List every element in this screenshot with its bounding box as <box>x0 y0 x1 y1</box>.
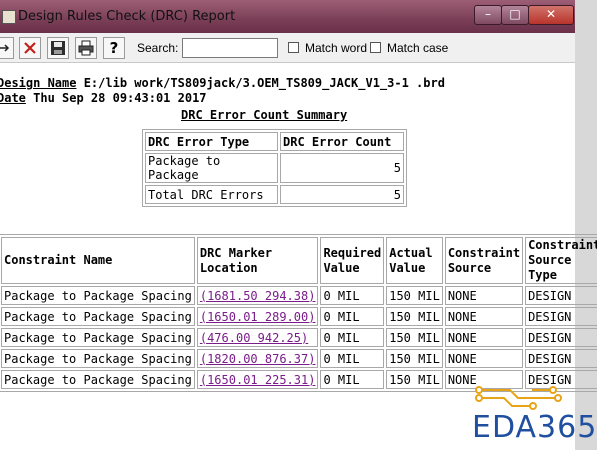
match-word-label: Match word <box>305 41 368 55</box>
delete-button[interactable] <box>19 37 41 59</box>
delete-icon <box>24 42 36 54</box>
design-name-label: Design Name <box>0 76 77 90</box>
cell-actual: 150 MIL <box>386 370 443 389</box>
cell-source: NONE <box>444 286 524 305</box>
marker-link[interactable]: (476.00 942.25) <box>200 331 308 345</box>
cell-required: 0 MIL <box>320 370 385 389</box>
marker-link[interactable]: (1650.01 289.00) <box>200 310 316 324</box>
cell-required: 0 MIL <box>320 328 385 347</box>
print-icon <box>78 40 94 56</box>
cell-source-type: DESIGN <box>525 328 597 347</box>
title-bar: Design Rules Check (DRC) Report – □ ✕ <box>0 0 597 34</box>
help-icon: ? <box>109 39 119 57</box>
header-marker-location: DRC Marker Location <box>196 237 319 284</box>
toolbar: ? Search: Match word Match case <box>0 33 575 63</box>
constraint-header-row: Constraint Name DRC Marker Location Requ… <box>1 237 597 284</box>
date-value: Thu Sep 28 09:43:01 2017 <box>25 91 207 105</box>
minimize-button[interactable]: – <box>474 5 502 25</box>
cell-actual: 150 MIL <box>386 286 443 305</box>
cell-marker-link[interactable]: (476.00 942.25) <box>196 328 319 347</box>
search-label: Search: <box>137 41 179 55</box>
summary-header-row: DRC Error Type DRC Error Count <box>145 132 404 151</box>
save-icon <box>51 41 65 55</box>
cell-source: NONE <box>444 328 524 347</box>
expand-button[interactable] <box>0 37 14 59</box>
header-required-value: Required Value <box>320 237 385 284</box>
app-icon <box>2 10 16 24</box>
date-label: Date <box>0 91 26 105</box>
header-actual-value: Actual Value <box>386 237 443 284</box>
table-row: Package to Package Spacing (1820.00 876.… <box>1 349 597 368</box>
cell-source-type: DESIGN <box>525 349 597 368</box>
summary-cell-count: 5 <box>280 153 404 183</box>
cell-source-type: DESIGN <box>525 307 597 326</box>
summary-cell-count: 5 <box>280 185 404 204</box>
cell-constraint-name: Package to Package Spacing <box>1 307 195 326</box>
cell-source-type: DESIGN <box>525 286 597 305</box>
cell-marker-link[interactable]: (1650.01 289.00) <box>196 307 319 326</box>
cell-marker-link[interactable]: (1650.01 225.31) <box>196 370 319 389</box>
report-view: Design Name E:/lib work/TS809jack/3.OEM_… <box>0 63 597 393</box>
summary-row: Total DRC Errors 5 <box>145 185 404 204</box>
help-button[interactable]: ? <box>103 37 125 59</box>
cell-constraint-name: Package to Package Spacing <box>1 286 195 305</box>
summary-header-type: DRC Error Type <box>145 132 278 151</box>
table-row: Package to Package Spacing (476.00 942.2… <box>1 328 597 347</box>
window-title: Design Rules Check (DRC) Report <box>18 9 236 24</box>
close-button[interactable]: ✕ <box>528 5 574 25</box>
design-name-value: E:/lib work/TS809jack/3.OEM_TS809_JACK_V… <box>76 76 445 90</box>
cell-source: NONE <box>444 349 524 368</box>
print-button[interactable] <box>75 37 97 59</box>
marker-link[interactable]: (1820.00 876.37) <box>200 352 316 366</box>
cell-required: 0 MIL <box>320 349 385 368</box>
cell-required: 0 MIL <box>320 307 385 326</box>
header-source-type: Constraint Source Type <box>525 237 597 284</box>
design-name-line: Design Name E:/lib work/TS809jack/3.OEM_… <box>0 76 445 90</box>
marker-link[interactable]: (1681.50 294.38) <box>200 289 316 303</box>
match-word-checkbox[interactable] <box>288 42 299 53</box>
constraint-table: Constraint Name DRC Marker Location Requ… <box>0 234 597 392</box>
cell-actual: 150 MIL <box>386 349 443 368</box>
search-input[interactable] <box>182 38 278 58</box>
table-row: Package to Package Spacing (1650.01 289.… <box>1 307 597 326</box>
save-button[interactable] <box>47 37 69 59</box>
date-line: Date Thu Sep 28 09:43:01 2017 <box>0 91 207 105</box>
cell-constraint-name: Package to Package Spacing <box>1 349 195 368</box>
table-row: Package to Package Spacing (1681.50 294.… <box>1 286 597 305</box>
summary-cell-type: Package to Package <box>145 153 278 183</box>
cell-source: NONE <box>444 307 524 326</box>
summary-header-count: DRC Error Count <box>280 132 404 151</box>
match-case-label: Match case <box>387 41 449 55</box>
expand-icon <box>0 44 10 52</box>
eda365-logo: EDA365 <box>472 410 597 445</box>
cell-marker-link[interactable]: (1681.50 294.38) <box>196 286 319 305</box>
cell-marker-link[interactable]: (1820.00 876.37) <box>196 349 319 368</box>
match-case-checkbox[interactable] <box>370 42 381 53</box>
cell-required: 0 MIL <box>320 286 385 305</box>
summary-row: Package to Package 5 <box>145 153 404 183</box>
maximize-button[interactable]: □ <box>501 5 529 25</box>
marker-link[interactable]: (1650.01 225.31) <box>200 373 316 387</box>
summary-title: DRC Error Count Summary <box>181 108 348 122</box>
header-constraint-name: Constraint Name <box>1 237 195 284</box>
cell-actual: 150 MIL <box>386 328 443 347</box>
cell-constraint-name: Package to Package Spacing <box>1 328 195 347</box>
cell-actual: 150 MIL <box>386 307 443 326</box>
summary-cell-type: Total DRC Errors <box>145 185 278 204</box>
summary-table: DRC Error Type DRC Error Count Package t… <box>142 129 407 207</box>
header-constraint-source: Constraint Source <box>444 237 524 284</box>
cell-constraint-name: Package to Package Spacing <box>1 370 195 389</box>
